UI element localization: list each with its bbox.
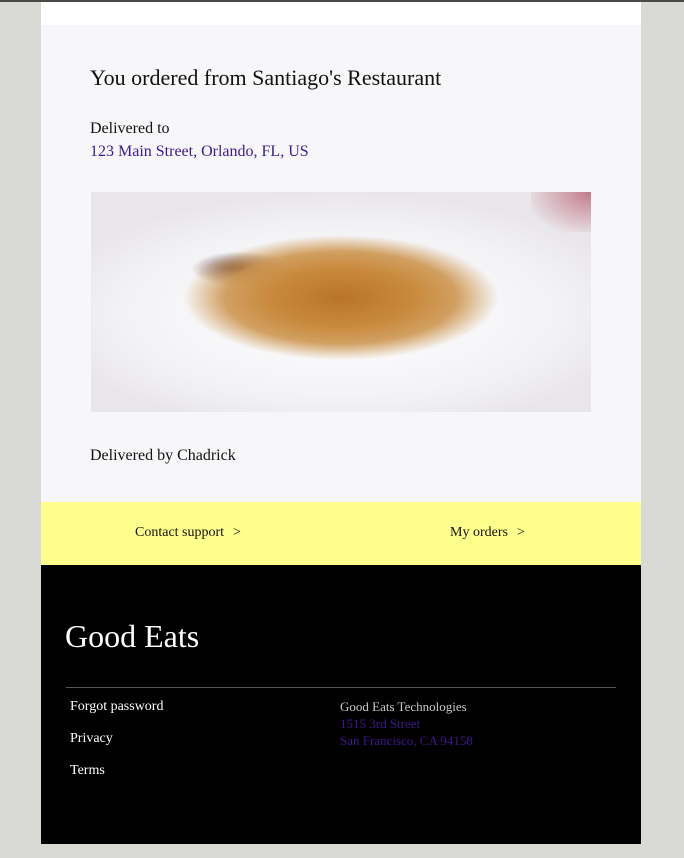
company-name: Good Eats Technologies — [340, 699, 467, 714]
delivered-to-label: Delivered to — [90, 120, 170, 137]
action-bar: Contact support > My orders > — [41, 502, 641, 565]
contact-support-label: Contact support — [135, 525, 225, 540]
brand-logo-text: Good Eats — [65, 618, 200, 654]
delivery-address-link[interactable]: 123 Main Street, Orlando, FL, US — [90, 143, 309, 161]
chevron-right-icon: > — [233, 525, 241, 540]
company-address-street[interactable]: 1515 3rd Street — [340, 716, 420, 732]
order-receipt-email: You ordered from Santiago's Restaurant D… — [41, 2, 641, 844]
privacy-link[interactable]: Privacy — [70, 731, 113, 747]
forgot-password-link[interactable]: Forgot password — [70, 699, 163, 715]
chevron-right-icon: > — [516, 525, 525, 540]
my-orders-link[interactable]: My orders > — [450, 525, 525, 541]
delivered-by-text: Delivered by Chadrick — [90, 447, 236, 464]
email-footer: Good Eats Forgot password Privacy Terms … — [41, 565, 641, 844]
footer-divider — [66, 687, 616, 688]
terms-link[interactable]: Terms — [70, 763, 105, 779]
order-title: You ordered from Santiago's Restaurant — [90, 65, 442, 90]
food-image — [91, 192, 591, 412]
my-orders-label: My orders — [450, 525, 508, 540]
company-address-city[interactable]: San Francisco, CA 94158 — [340, 733, 473, 749]
contact-support-link[interactable]: Contact support > — [135, 525, 241, 541]
email-header-strip — [41, 2, 641, 25]
